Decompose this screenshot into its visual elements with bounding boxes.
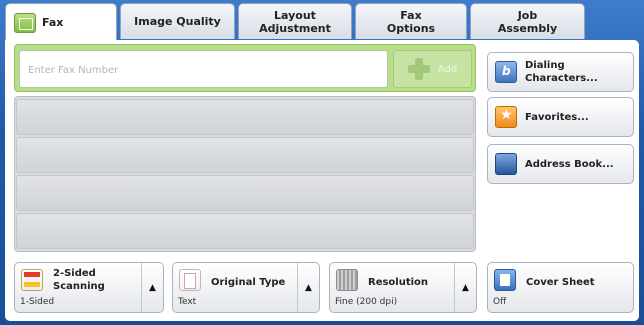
- two-sided-scanning-button[interactable]: 2-Sided Scanning 1-Sided ▲: [14, 262, 164, 313]
- add-button[interactable]: Add: [393, 50, 472, 88]
- original-type-label: Original Type: [211, 277, 286, 288]
- favorites-button[interactable]: Favorites...: [487, 97, 634, 137]
- address-book-button[interactable]: Address Book...: [487, 144, 634, 184]
- star-icon: [495, 106, 517, 128]
- tab-job-assembly-label: Job Assembly: [497, 8, 558, 35]
- resolution-button[interactable]: Resolution Fine (200 dpi) ▲: [329, 262, 477, 313]
- address-book-label: Address Book...: [525, 158, 614, 170]
- address-book-icon: [495, 153, 517, 175]
- plus-icon: [407, 58, 430, 80]
- fax-number-placeholder: Enter Fax Number: [28, 65, 119, 76]
- tab-image-quality[interactable]: Image Quality: [120, 3, 235, 39]
- resolution-arrow-icon[interactable]: ▲: [454, 263, 476, 312]
- fax-screen: Fax Image Quality Layout Adjustment Fax …: [0, 0, 644, 325]
- cover-sheet-value: Off: [493, 297, 507, 307]
- tab-layout-adjustment-label: Layout Adjustment: [259, 8, 331, 35]
- original-type-arrow-icon[interactable]: ▲: [297, 263, 319, 312]
- resolution-icon: [336, 269, 358, 291]
- add-button-label: Add: [437, 63, 458, 75]
- two-sided-arrow-icon[interactable]: ▲: [141, 263, 163, 312]
- cover-sheet-label: Cover Sheet: [526, 277, 595, 288]
- fax-number-input[interactable]: Enter Fax Number: [19, 50, 388, 88]
- tab-layout-adjustment[interactable]: Layout Adjustment: [238, 3, 352, 39]
- two-sided-value: 1-Sided: [20, 297, 55, 307]
- list-item[interactable]: [16, 99, 474, 135]
- tab-fax[interactable]: Fax: [5, 3, 117, 41]
- resolution-value: Fine (200 dpi): [335, 297, 398, 307]
- tab-fax-options-label: Fax Options: [386, 8, 436, 35]
- list-item[interactable]: [16, 213, 474, 249]
- fax-icon: [14, 12, 36, 33]
- two-sided-icon: [21, 269, 43, 291]
- tab-image-quality-label: Image Quality: [134, 15, 221, 28]
- favorites-label: Favorites...: [525, 111, 589, 123]
- resolution-label: Resolution: [368, 277, 429, 288]
- list-item[interactable]: [16, 175, 474, 211]
- cover-sheet-icon: [494, 269, 516, 291]
- original-type-value: Text: [178, 297, 197, 307]
- list-item[interactable]: [16, 137, 474, 173]
- original-type-button[interactable]: Original Type Text ▲: [172, 262, 320, 313]
- tab-fax-label: Fax: [42, 16, 64, 29]
- two-sided-label: 2-Sided Scanning: [53, 268, 105, 292]
- dialing-characters-label: Dialing Characters...: [525, 60, 598, 84]
- tab-job-assembly[interactable]: Job Assembly: [470, 3, 585, 39]
- document-icon: [179, 269, 201, 291]
- dialing-icon: [495, 61, 517, 83]
- tab-fax-options[interactable]: Fax Options: [355, 3, 467, 39]
- cover-sheet-button[interactable]: Cover Sheet Off: [487, 262, 634, 313]
- dialing-characters-button[interactable]: Dialing Characters...: [487, 52, 634, 92]
